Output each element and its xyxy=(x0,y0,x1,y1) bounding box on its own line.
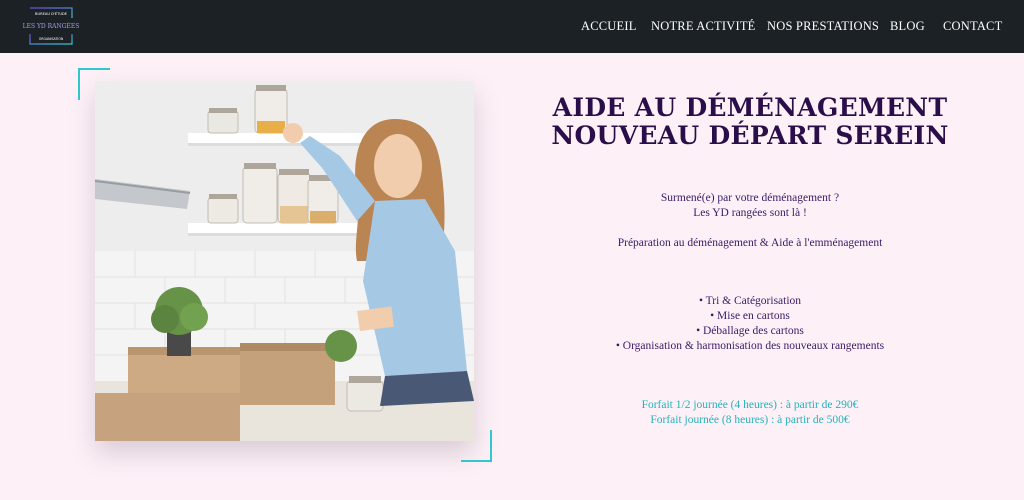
hero-title-line-2: NOUVEAU DÉPART SEREIN xyxy=(551,121,949,150)
service-item: • Mise en cartons xyxy=(710,310,790,322)
pricing-list: Forfait 1/2 journée (4 heures) : à parti… xyxy=(540,398,960,428)
services-list: • Tri & Catégorisation • Mise en cartons… xyxy=(540,294,960,354)
service-item: • Organisation & harmonisation des nouve… xyxy=(615,340,885,352)
hero-subtitle: Préparation au déménagement & Aide à l'e… xyxy=(540,236,960,251)
main-nav: ACCUEIL NOTRE ACTIVITÉ NOS PRESTATIONS B… xyxy=(0,0,1024,53)
intro-line-1: Surmené(e) par votre déménagement ? xyxy=(660,192,840,204)
pricing-full-day: Forfait journée (8 heures) : à partir de… xyxy=(650,414,850,426)
nav-accueil[interactable]: ACCUEIL xyxy=(581,19,637,34)
nav-nos-prestations[interactable]: NOS PRESTATIONS xyxy=(767,19,879,34)
subtitle-text: Préparation au déménagement & Aide à l'e… xyxy=(617,237,883,249)
hero-title-line-1: AIDE AU DÉMÉNAGEMENT xyxy=(552,93,948,122)
intro-line-2: Les YD rangées sont là ! xyxy=(693,207,807,219)
nav-blog[interactable]: BLOG xyxy=(890,19,925,34)
nav-contact[interactable]: CONTACT xyxy=(943,19,1002,34)
service-item: • Déballage des cartons xyxy=(696,325,804,337)
hero-photo xyxy=(95,81,474,441)
hero-intro: Surmené(e) par votre déménagement ? Les … xyxy=(540,191,960,221)
corner-accent-bottom-right xyxy=(461,430,492,462)
nav-notre-activite[interactable]: NOTRE ACTIVITÉ xyxy=(651,19,756,34)
hero-title: AIDE AU DÉMÉNAGEMENT NOUVEAU DÉPART SERE… xyxy=(540,94,960,150)
service-item: • Tri & Catégorisation xyxy=(698,295,802,307)
site-header: BUREAU D'ÉTUDE LES YD RANGÉES ORGANISATI… xyxy=(0,0,1024,53)
pricing-half-day: Forfait 1/2 journée (4 heures) : à parti… xyxy=(641,399,859,411)
